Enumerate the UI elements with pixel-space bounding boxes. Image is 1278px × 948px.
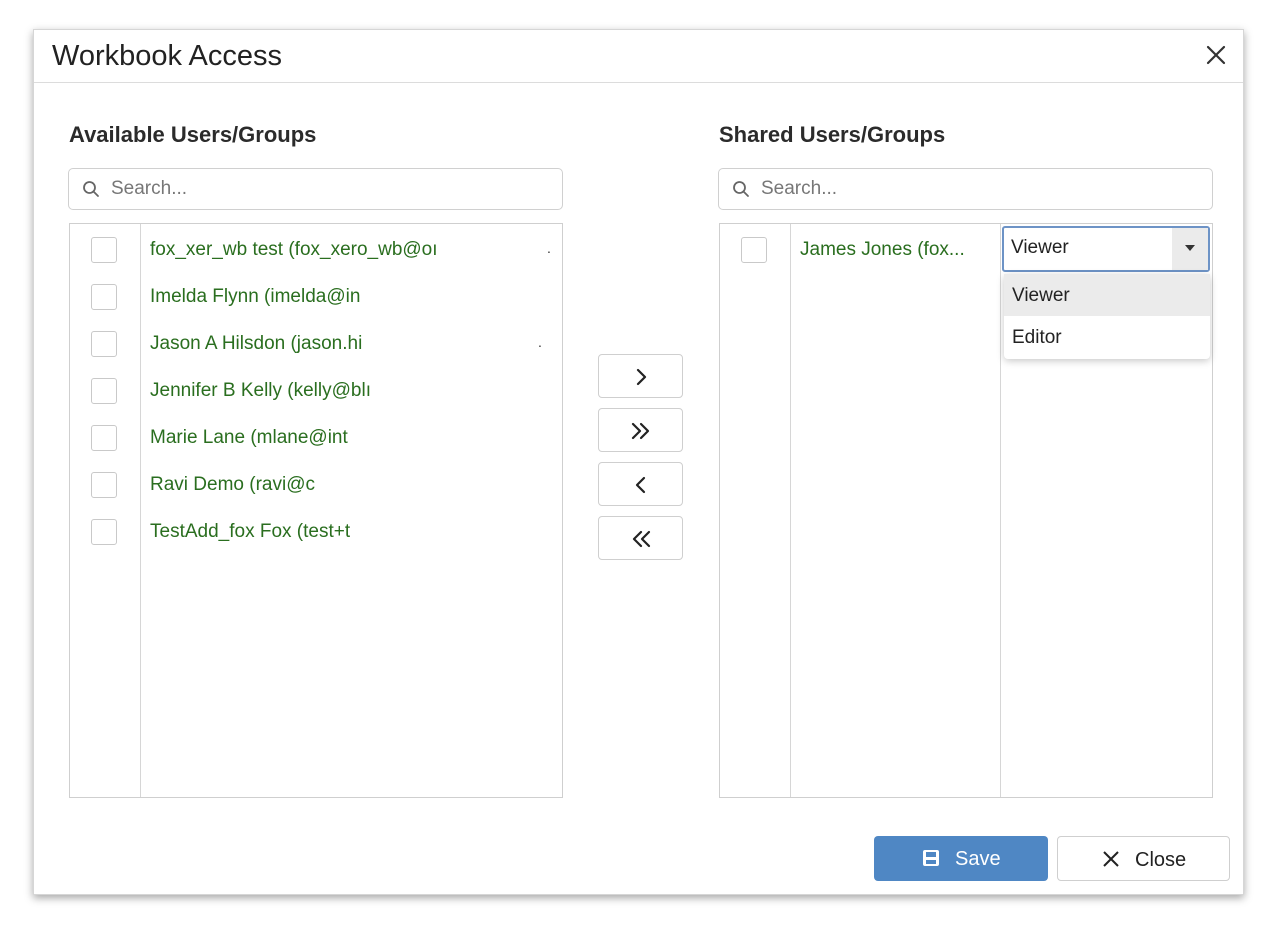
row-checkbox[interactable] (91, 472, 117, 498)
save-button[interactable]: Save (874, 836, 1048, 881)
search-icon (82, 180, 100, 203)
user-label: TestAdd_fox Fox (test+t (150, 521, 351, 542)
row-checkbox[interactable] (91, 284, 117, 310)
row-checkbox[interactable] (91, 237, 117, 263)
close-icon[interactable] (1203, 42, 1229, 68)
list-item[interactable]: fox_xer_wb test (fox_xero_wb@oı . (70, 236, 562, 283)
user-label: Ravi Demo (ravi@c (150, 474, 315, 495)
chevron-down-icon[interactable] (1172, 228, 1208, 270)
close-label: Close (1135, 849, 1187, 871)
shared-search[interactable] (718, 168, 1213, 210)
row-checkbox[interactable] (91, 425, 117, 451)
user-label: Marie Lane (mlane@int (150, 427, 348, 448)
chevron-right-icon (636, 368, 647, 386)
workbook-access-dialog: Workbook Access Available Users/Groups f… (33, 29, 1244, 895)
user-label: Jason A Hilsdon (jason.hi (150, 333, 363, 354)
row-checkbox[interactable] (91, 378, 117, 404)
available-search[interactable] (68, 168, 563, 210)
list-item[interactable]: Marie Lane (mlane@int (70, 424, 562, 471)
floppy-disk-icon (923, 850, 939, 866)
list-item[interactable]: Imelda Flynn (imelda@in (70, 283, 562, 330)
chevron-left-icon (635, 476, 646, 494)
move-all-left-button[interactable] (598, 516, 683, 560)
list-item[interactable]: Ravi Demo (ravi@c (70, 471, 562, 518)
dialog-header: Workbook Access (34, 30, 1243, 83)
shared-search-input[interactable] (761, 169, 1204, 209)
available-title: Available Users/Groups (69, 122, 317, 147)
role-select[interactable]: Viewer (1002, 226, 1210, 272)
list-item[interactable]: TestAdd_fox Fox (test+t (70, 518, 562, 565)
double-chevron-left-icon (632, 530, 651, 548)
search-icon (732, 180, 750, 203)
user-label: Imelda Flynn (imelda@in (150, 286, 361, 307)
shared-title: Shared Users/Groups (719, 122, 946, 147)
row-checkbox[interactable] (91, 331, 117, 357)
user-label: fox_xer_wb test (fox_xero_wb@oı (150, 239, 438, 260)
available-list[interactable]: fox_xer_wb test (fox_xero_wb@oı . Imelda… (69, 223, 563, 798)
role-select-value: Viewer (1011, 237, 1069, 258)
available-search-input[interactable] (111, 169, 554, 209)
list-item[interactable]: Jennifer B Kelly (kelly@blı (70, 377, 562, 424)
move-left-button[interactable] (598, 462, 683, 506)
close-icon (1103, 851, 1119, 867)
role-option-editor[interactable]: Editor (1004, 316, 1210, 358)
double-chevron-right-icon (631, 422, 650, 440)
role-dropdown: Viewer Editor (1004, 274, 1210, 359)
move-right-button[interactable] (598, 354, 683, 398)
save-label: Save (955, 848, 1001, 870)
role-option-viewer[interactable]: Viewer (1004, 274, 1210, 316)
user-label: Jennifer B Kelly (kelly@blı (150, 380, 371, 401)
close-button[interactable]: Close (1057, 836, 1230, 881)
move-all-right-button[interactable] (598, 408, 683, 452)
user-label: James Jones (fox... (800, 239, 965, 260)
list-item[interactable]: Jason A Hilsdon (jason.hi . (70, 330, 562, 377)
row-checkbox[interactable] (91, 519, 117, 545)
shared-list[interactable]: James Jones (fox... Viewer Viewer Editor (719, 223, 1213, 798)
dialog-title: Workbook Access (52, 40, 282, 72)
row-checkbox[interactable] (741, 237, 767, 263)
